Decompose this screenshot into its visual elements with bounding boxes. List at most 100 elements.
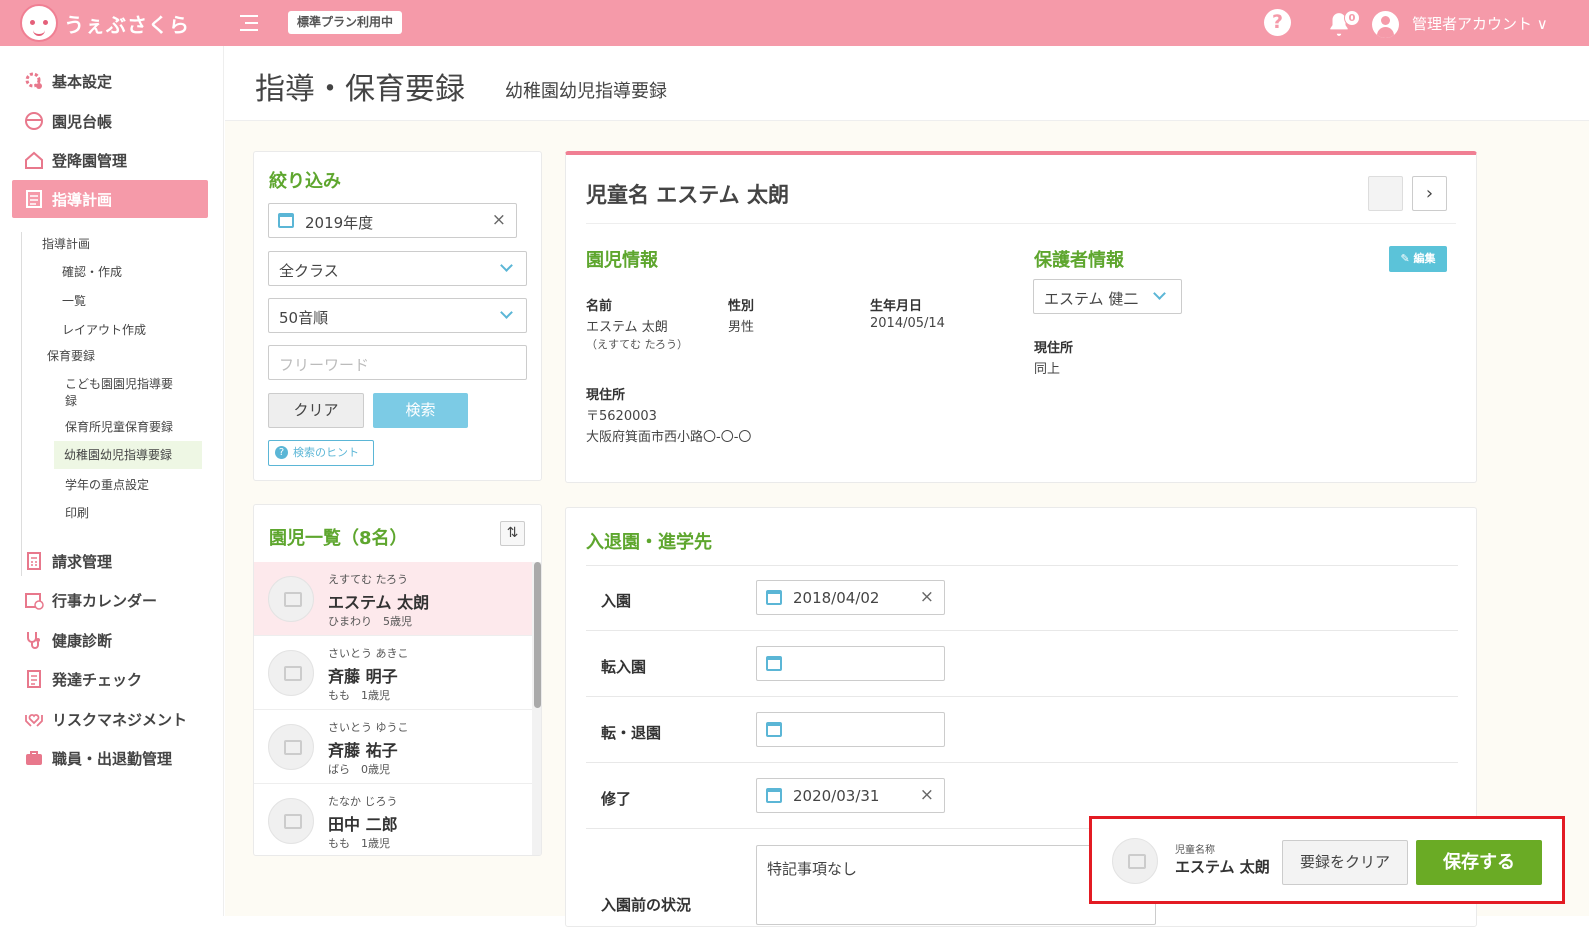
submenu-item-print[interactable]: 印刷 [65,504,89,521]
hands-heart-icon [24,709,44,729]
save-bar: 児童名称 エステム 太朗 要録をクリア 保存する [1089,816,1565,904]
calendar-icon [766,656,782,671]
save-button[interactable]: 保存する [1416,840,1542,885]
submenu-group-guidance: 指導計画 [42,237,91,251]
app-logo[interactable]: うぇぶさくら [20,4,190,42]
search-button[interactable]: 検索 [373,393,468,428]
help-icon[interactable]: ? [1264,9,1291,36]
next-child-button[interactable]: › [1412,176,1447,211]
transfer-in-field[interactable] [756,646,945,681]
prev-child-button[interactable] [1368,176,1403,211]
list-item[interactable]: さいとう ゆうこ 斉藤 祐子 ばら 0歳児 [254,710,532,784]
submenu-group-records: 保育要録 [47,349,96,363]
briefcase-icon [24,748,44,768]
search-hint-button[interactable]: ? 検索のヒント [268,440,374,466]
list-item[interactable]: さいとう あきこ 斉藤 明子 もも 1歳児 [254,636,532,710]
guardian-select[interactable]: エステム 健二 [1033,279,1182,314]
submenu-item-layout[interactable]: レイアウト作成 [62,321,146,338]
submenu-item-hoikusho[interactable]: 保育所児童保育要録 [65,418,173,435]
notification-bell-icon[interactable]: 0 [1326,9,1360,39]
enroll-date-field[interactable]: 2018/04/02 × [756,580,945,615]
checklist-icon [24,669,44,689]
year-value: 2019年度 [305,214,374,232]
year-field[interactable]: 2019年度 × [268,203,517,238]
sidebar-item-risk-management[interactable]: リスクマネジメント [12,700,208,738]
withdraw-label: 転・退園 [601,724,662,742]
divider [586,565,1458,566]
name-kana: （えすてむ たろう） [586,338,688,351]
submenu-item-confirm-create[interactable]: 確認・作成 [62,263,122,280]
birth-label: 生年月日 [870,299,923,314]
submenu-line [21,232,22,576]
sidebar-item-health-check[interactable]: 健康診断 [12,621,208,659]
app-name: うぇぶさくら [64,12,190,37]
clear-date-icon[interactable]: × [920,785,934,805]
pre-enroll-value: 特記事項なし [767,860,858,878]
chevron-down-icon [500,259,513,272]
menu-toggle-icon[interactable] [240,14,260,32]
child-name: 田中 二郎 [328,815,398,834]
sidebar-item-development-check[interactable]: 発達チェック [12,660,208,698]
clear-button[interactable]: クリア [268,393,364,428]
submenu-item-list[interactable]: 一覧 [62,292,86,309]
class-select[interactable]: 全クラス [268,251,527,286]
transfer-in-label: 転入園 [601,658,647,676]
avatar-placeholder-icon [268,650,314,696]
child-detail-card: 児童名 エステム 太朗 › 園児情報 名前 エステム 太朗 （えすてむ たろう）… [565,151,1477,483]
chevron-down-icon [1153,287,1166,300]
avatar-placeholder-icon [268,798,314,844]
completion-field[interactable]: 2020/03/31 × [756,778,945,813]
sidebar-item-staff-attendance[interactable]: 職員・出退勤管理 [12,739,208,777]
enroll-date-value: 2018/04/02 [793,589,880,607]
sidebar-item-basic-settings[interactable]: 基本設定 [12,62,208,100]
list-item[interactable]: たなか じろう 田中 二郎 もも 1歳児 [254,784,532,855]
child-list-card: 園児一覧（8名） ⇅ えすてむ たろう エステム 太朗 ひまわり 5歳児 さいと… [253,504,542,856]
keyword-input[interactable]: フリーワード [268,345,527,380]
name-value: エステム 太朗 [586,320,668,335]
calendar-icon [278,213,294,228]
withdraw-field[interactable] [756,712,945,747]
clear-date-icon[interactable]: × [920,587,934,607]
page-title: 指導・保育要録 [255,72,465,107]
clear-year-icon[interactable]: × [492,210,506,230]
account-menu[interactable]: 管理者アカウント ∨ [1412,13,1548,34]
gender-value: 男性 [728,320,755,335]
list-scrollbar-track[interactable] [532,562,541,855]
list-item[interactable]: えすてむ たろう エステム 太朗 ひまわり 5歳児 [254,562,532,636]
footer-child-name: エステム 太朗 [1175,858,1270,876]
pencil-icon: ✎ [1400,252,1414,265]
enrollment-heading: 入退園・進学先 [586,532,712,553]
enroll-date-label: 入園 [601,592,632,610]
top-bar: うぇぶさくら 標準プラン利用中 ? 0 管理者アカウント ∨ [0,0,1589,46]
divider [586,696,1458,697]
sidebar-item-attendance[interactable]: 登降園管理 [12,141,208,179]
sort-toggle-icon[interactable]: ⇅ [500,521,525,546]
gender-label: 性別 [728,299,755,314]
calendar-icon [766,590,782,605]
filter-card: 絞り込み 2019年度 × 全クラス 50音順 フリーワード クリア 検索 ? … [253,151,542,481]
filter-title: 絞り込み [269,171,341,192]
edit-button[interactable]: ✎ 編集 [1389,246,1447,272]
sidebar-item-guidance-plan[interactable]: 指導計画 [12,180,208,218]
page-subtitle: 幼稚園幼児指導要録 [505,81,667,102]
clear-record-button[interactable]: 要録をクリア [1282,840,1408,885]
child-info: もも 1歳児 [328,689,390,702]
sidebar-item-child-register[interactable]: 園児台帳 [12,102,208,140]
submenu-item-grade-focus[interactable]: 学年の重点設定 [65,476,149,493]
divider [586,762,1458,763]
stethoscope-icon [24,630,44,650]
submenu-item-youchien[interactable]: 幼稚園幼児指導要録 [54,441,202,469]
submenu-item-kodomoen[interactable]: こども園園児指導要録 [65,375,173,409]
plan-badge: 標準プラン利用中 [288,11,403,34]
calendar-icon [766,788,782,803]
order-select[interactable]: 50音順 [268,298,527,333]
user-avatar-icon[interactable] [1372,11,1399,38]
sidebar-item-billing[interactable]: 請求管理 [12,542,208,580]
guardian-address-label: 現住所 [1034,341,1074,356]
completion-label: 修了 [601,790,632,808]
sidebar-item-event-calendar[interactable]: 行事カレンダー [12,581,208,619]
footer-child-label: 児童名称 [1175,845,1215,856]
avatar-placeholder-icon [268,724,314,770]
list-scrollbar-thumb[interactable] [534,562,541,708]
child-info: もも 1歳児 [328,837,390,850]
